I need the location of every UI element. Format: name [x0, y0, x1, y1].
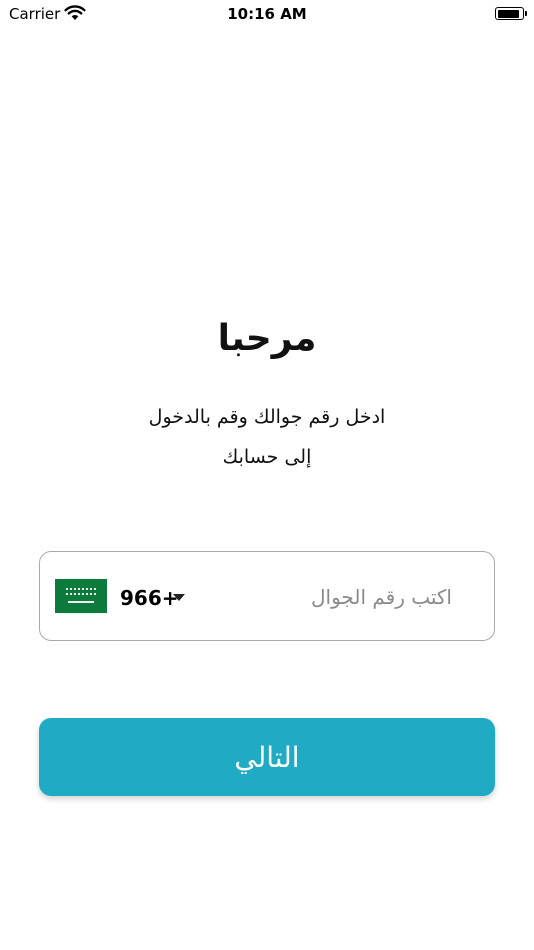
battery-icon	[495, 7, 527, 20]
phone-number-input[interactable]	[210, 576, 470, 618]
flag-sword	[68, 601, 94, 603]
flag-script	[66, 588, 96, 595]
phone-number-field: 966+	[39, 551, 495, 641]
chevron-down-icon[interactable]	[173, 594, 185, 601]
next-button[interactable]: التالي	[39, 718, 495, 796]
status-bar: Carrier 10:16 AM	[0, 0, 534, 28]
instruction-text: ادخل رقم جوالك وقم بالدخول إلى حسابك	[90, 397, 444, 477]
instruction-line-2: إلى حسابك	[222, 446, 312, 468]
clock: 10:16 AM	[227, 5, 307, 23]
battery-level	[497, 9, 519, 18]
page-title: مرحبا	[217, 318, 317, 359]
instruction-line-1: ادخل رقم جوالك وقم بالدخول	[148, 406, 386, 428]
country-dial-code[interactable]: 966+	[120, 586, 179, 610]
saudi-flag-icon[interactable]	[55, 579, 107, 613]
